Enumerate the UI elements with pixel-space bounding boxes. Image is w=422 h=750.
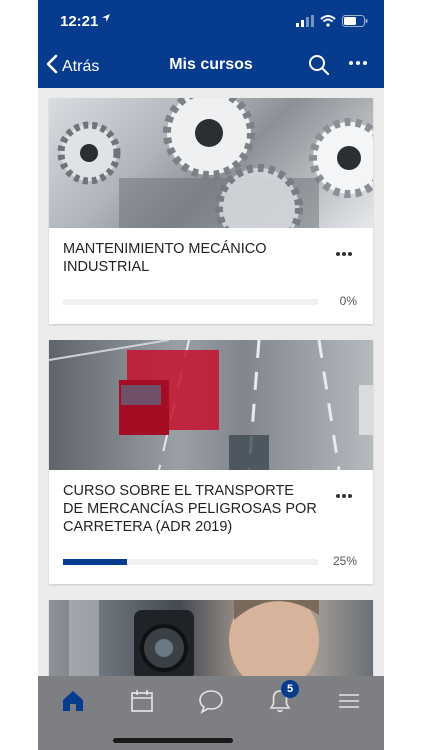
course-image-truck [49,340,373,470]
course-card[interactable] [49,600,373,676]
navigation-bar: Atrás Mis cursos [38,42,384,88]
progress-label: 0% [339,294,357,308]
progress-track [63,299,318,305]
search-icon[interactable] [308,54,330,81]
tab-calendar-icon[interactable] [129,688,155,714]
progress-track [63,559,318,565]
course-more-icon[interactable] [335,244,353,262]
page-title: Mis cursos [169,56,253,73]
course-card[interactable]: CURSO SOBRE EL TRANSPORTE DE MERCANCÍAS … [49,340,373,584]
location-arrow-icon [101,13,111,26]
course-more-icon[interactable] [335,486,353,504]
course-title[interactable]: MANTENIMIENTO MECÁNICO INDUSTRIAL [63,240,318,276]
course-image-gears [49,98,373,228]
progress-fill [63,559,127,565]
tab-home-icon[interactable] [60,688,86,714]
home-indicator [113,738,233,743]
tab-menu-icon[interactable] [336,688,362,714]
course-card-body: CURSO SOBRE EL TRANSPORTE DE MERCANCÍAS … [49,470,373,584]
course-card[interactable]: MANTENIMIENTO MECÁNICO INDUSTRIAL 0% [49,98,373,324]
top-bar: 12:21 Atrás Mis cursos [38,0,384,88]
status-icons [296,14,368,32]
progress-label: 25% [332,554,357,568]
wifi-icon [320,14,336,32]
app-screen: 12:21 Atrás Mis cursos MANTENIMIENTO MEC… [38,0,384,750]
tab-chat-icon[interactable] [198,688,224,714]
course-list: MANTENIMIENTO MECÁNICO INDUSTRIAL 0% CUR… [38,88,384,676]
course-image-camera [49,600,373,676]
tab-notifications-icon[interactable]: 5 [267,680,299,714]
battery-icon [342,14,368,32]
status-bar: 12:21 [38,0,384,42]
course-card-body: MANTENIMIENTO MECÁNICO INDUSTRIAL 0% [49,228,373,324]
progress-row: 0% [63,292,359,312]
signal-icon [296,14,314,32]
course-title[interactable]: CURSO SOBRE EL TRANSPORTE DE MERCANCÍAS … [63,482,318,536]
notifications-badge: 5 [281,680,299,698]
status-time: 12:21 [60,13,99,30]
progress-row: 25% [63,552,359,572]
more-options-icon[interactable] [348,52,368,78]
